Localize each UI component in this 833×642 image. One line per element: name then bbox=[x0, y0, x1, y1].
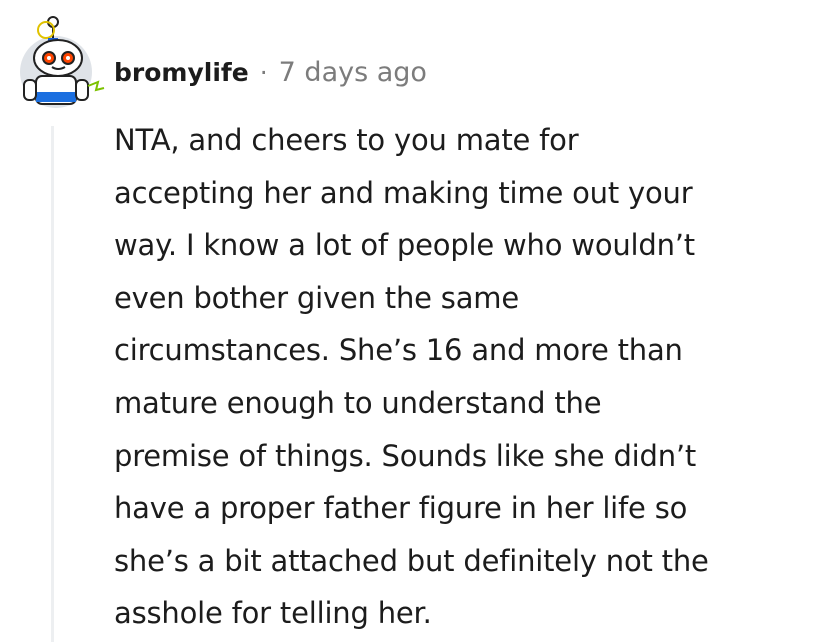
comment-text-line: have a proper father figure in her life … bbox=[114, 491, 688, 526]
comment-timestamp[interactable]: 7 days ago bbox=[279, 57, 427, 88]
comment-text-line: even bother given the same bbox=[114, 280, 519, 315]
comment-body: NTA, and cheers to you mate for acceptin… bbox=[114, 114, 814, 640]
comment-text-line: mature enough to understand the bbox=[114, 385, 602, 420]
comment-text-line: accepting her and making time out your bbox=[114, 175, 693, 210]
comment-header: bromylife · 7 days ago bbox=[114, 52, 427, 92]
meta-separator: · bbox=[259, 57, 268, 87]
username-link[interactable]: bromylife bbox=[114, 58, 249, 87]
comment-text-line: premise of things. Sounds like she didn’… bbox=[114, 438, 697, 473]
comment-text-line: way. I know a lot of people who wouldn’t bbox=[114, 228, 695, 263]
thread-collapse-line[interactable] bbox=[51, 126, 54, 642]
comment-text-line: circumstances. She’s 16 and more than bbox=[114, 333, 683, 368]
user-avatar[interactable] bbox=[8, 10, 108, 110]
comment-text-line: NTA, and cheers to you mate for bbox=[114, 123, 579, 157]
snoo-robot-avatar-icon bbox=[20, 16, 105, 108]
comment-text-line: she’s a bit attached but definitely not … bbox=[114, 543, 709, 578]
comment-text-line: asshole for telling her. bbox=[114, 596, 432, 631]
